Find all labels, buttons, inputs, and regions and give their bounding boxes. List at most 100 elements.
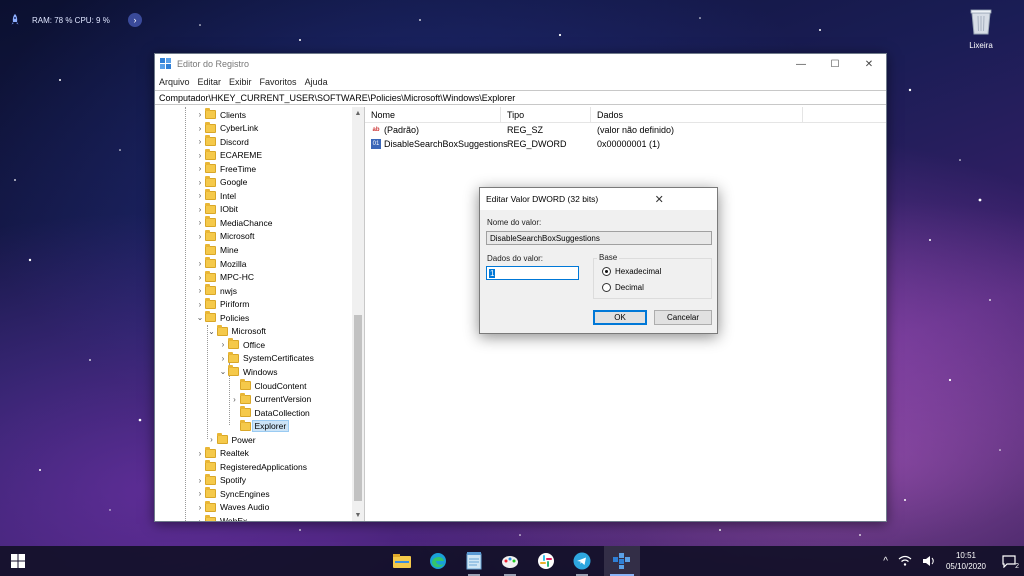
tree-item[interactable]: › Google <box>195 175 247 189</box>
address-path[interactable]: Computador\HKEY_CURRENT_USER\SOFTWARE\Po… <box>159 93 515 103</box>
chevron-right-icon[interactable]: › <box>195 476 205 485</box>
tree-item[interactable]: › Mozilla <box>195 257 246 270</box>
tree-item[interactable]: › FreeTime <box>195 162 256 175</box>
dialog-close-icon[interactable]: ✕ <box>602 193 718 206</box>
notification-center-button[interactable]: 2 <box>994 546 1024 576</box>
taskbar-notepad[interactable] <box>456 546 492 576</box>
tree-item[interactable]: RegisteredApplications <box>195 460 307 473</box>
tree-item[interactable]: › Microsoft <box>195 229 254 243</box>
chevron-right-icon[interactable]: › <box>195 164 205 173</box>
chevron-right-icon[interactable]: › <box>218 340 228 349</box>
tree-item[interactable]: › Office <box>218 338 265 351</box>
address-bar[interactable]: Computador\HKEY_CURRENT_USER\SOFTWARE\Po… <box>155 90 886 105</box>
maximize-button[interactable]: ☐ <box>818 54 852 74</box>
radio-hexadecimal[interactable]: Hexadecimal <box>602 267 661 276</box>
value-data-input[interactable]: 1 <box>486 266 579 280</box>
chevron-right-icon[interactable]: › <box>195 517 205 522</box>
scroll-down-icon[interactable]: ▼ <box>352 509 364 521</box>
chevron-down-icon[interactable]: ⌄ <box>218 367 228 376</box>
tree-item[interactable]: › WebEx <box>195 514 247 522</box>
start-button[interactable] <box>0 546 36 576</box>
tree-item[interactable]: ⌄ Windows <box>218 365 277 378</box>
chevron-right-icon[interactable]: › <box>195 178 205 187</box>
cancel-button[interactable]: Cancelar <box>654 310 712 325</box>
chevron-right-icon[interactable]: › <box>195 191 205 200</box>
clock[interactable]: 10:51 05/10/2020 <box>946 550 986 572</box>
chevron-right-icon[interactable]: › <box>230 395 240 404</box>
minimize-button[interactable]: — <box>784 54 818 74</box>
chevron-right-icon[interactable]: › <box>195 218 205 227</box>
tree-item[interactable]: › SyncEngines <box>195 487 270 500</box>
table-row[interactable]: ab (Padrão) REG_SZ (valor não definido) <box>365 123 886 137</box>
ok-button[interactable]: OK <box>593 310 647 325</box>
dialog-titlebar[interactable]: Editar Valor DWORD (32 bits) ✕ <box>480 188 717 210</box>
menu-favoritos[interactable]: Favoritos <box>260 77 297 87</box>
chevron-right-icon[interactable]: › <box>195 205 205 214</box>
chevron-down-icon[interactable]: ⌄ <box>207 327 217 336</box>
taskbar-file-explorer[interactable] <box>384 546 420 576</box>
chevron-right-icon[interactable]: › <box>195 489 205 498</box>
tree-item[interactable]: DataCollection <box>230 406 310 419</box>
taskbar-telegram[interactable] <box>564 546 600 576</box>
column-header-data[interactable]: Dados <box>591 106 803 123</box>
tree-scrollbar[interactable]: ▲ ▼ <box>352 107 364 521</box>
tray-overflow-chevron-icon[interactable]: ^ <box>883 556 888 567</box>
tree-item[interactable]: › ECAREME <box>195 148 262 162</box>
chevron-right-icon[interactable]: › <box>195 259 205 268</box>
tree-item[interactable]: Explorer <box>230 419 290 433</box>
tree-item[interactable]: › CyberLink <box>195 121 258 135</box>
tree-item[interactable]: › Discord <box>195 135 249 148</box>
chevron-right-icon[interactable]: › <box>207 435 217 444</box>
taskbar-slack[interactable] <box>528 546 564 576</box>
tree-item[interactable]: ⌄ Microsoft <box>207 324 266 338</box>
tree-item[interactable]: Mine <box>195 243 238 257</box>
chevron-right-icon[interactable]: › <box>195 300 205 309</box>
tree-item[interactable]: › nwjs <box>195 284 237 297</box>
chevron-right-icon[interactable]: › <box>195 503 205 512</box>
tree-item[interactable]: › MPC-HC <box>195 270 254 284</box>
tree-item[interactable]: › CurrentVersion <box>230 392 311 406</box>
window-titlebar[interactable]: Editor do Registro — ☐ ✕ <box>155 54 886 74</box>
chevron-right-icon[interactable]: › <box>218 354 228 363</box>
menu-exibir[interactable]: Exibir <box>229 77 252 87</box>
chevron-right-icon[interactable]: › <box>195 137 205 146</box>
chevron-right-icon[interactable]: › <box>195 151 205 160</box>
chevron-right-icon[interactable]: › <box>195 124 205 133</box>
chevron-right-icon[interactable]: › <box>195 449 205 458</box>
tree-item[interactable]: › Waves Audio <box>195 500 269 514</box>
tree-item[interactable]: › MediaChance <box>195 216 272 229</box>
taskbar-paint[interactable] <box>492 546 528 576</box>
radio-decimal[interactable]: Decimal <box>602 283 644 292</box>
expand-arrow-icon[interactable]: › <box>128 13 142 27</box>
registry-tree-pane[interactable]: › Clients › CyberLink › Discord › ECAREME › FreeT… <box>155 107 365 521</box>
tree-item[interactable]: ⌄ Policies <box>195 311 249 324</box>
table-row[interactable]: 01 DisableSearchBoxSuggestions REG_DWORD … <box>365 137 886 151</box>
column-header-type[interactable]: Tipo <box>501 106 591 123</box>
menu-editar[interactable]: Editar <box>198 77 222 87</box>
volume-icon[interactable] <box>922 555 936 567</box>
wifi-icon[interactable] <box>898 555 912 567</box>
column-header-name[interactable]: Nome <box>365 106 501 123</box>
menu-ajuda[interactable]: Ajuda <box>305 77 328 87</box>
tree-item[interactable]: › IObit <box>195 202 238 216</box>
tree-item[interactable]: CloudContent <box>230 379 306 392</box>
tree-item[interactable]: › SystemCertificates <box>218 351 314 365</box>
tree-item[interactable]: › Piriform <box>195 297 249 311</box>
tree-item[interactable]: › Power <box>207 433 256 446</box>
chevron-right-icon[interactable]: › <box>195 273 205 282</box>
recycle-bin[interactable]: Lixeira <box>958 6 1004 50</box>
tree-item[interactable]: › Clients <box>195 108 246 121</box>
taskbar-regedit[interactable] <box>604 546 640 576</box>
tree-item[interactable]: › Intel <box>195 189 236 202</box>
tree-item[interactable]: › Spotify <box>195 473 246 487</box>
close-button[interactable]: ✕ <box>852 54 886 74</box>
tree-item[interactable]: › Realtek <box>195 446 249 460</box>
scroll-thumb[interactable] <box>354 315 362 501</box>
taskbar-edge[interactable] <box>420 546 456 576</box>
menu-arquivo[interactable]: Arquivo <box>159 77 190 87</box>
system-monitor-widget[interactable]: RAM: 78 % CPU: 9 % › <box>8 10 142 30</box>
chevron-right-icon[interactable]: › <box>195 286 205 295</box>
chevron-down-icon[interactable]: ⌄ <box>195 313 205 322</box>
chevron-right-icon[interactable]: › <box>195 110 205 119</box>
chevron-right-icon[interactable]: › <box>195 232 205 241</box>
